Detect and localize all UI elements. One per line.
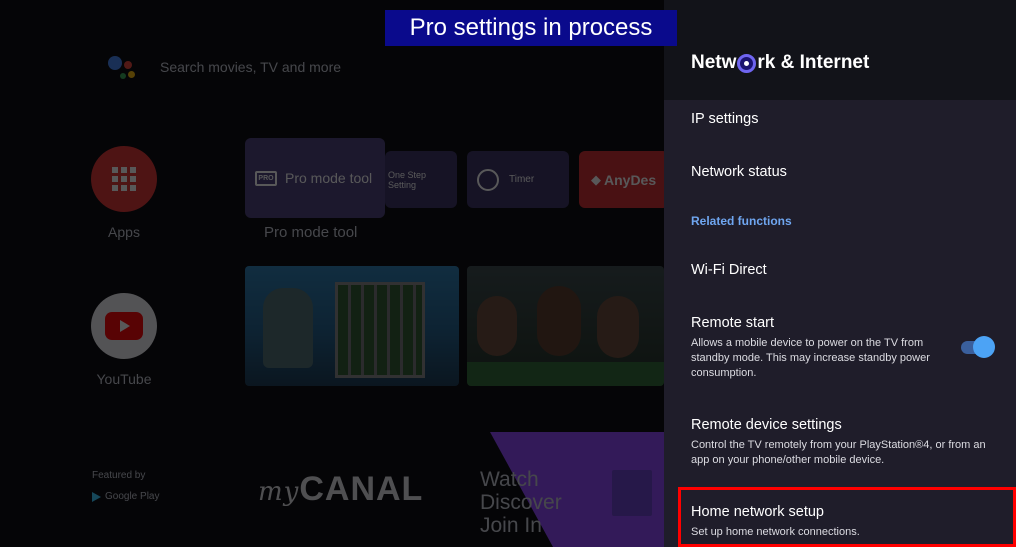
remote-start-description: Allows a mobile device to power on the T… [691,337,930,379]
twitch-line-discover: Discover [480,491,562,514]
twitch-line-watch: Watch [480,468,539,491]
menu-item-ip-settings[interactable]: IP settings [691,111,998,127]
related-functions-heading: Related functions [691,214,792,228]
tile-timer[interactable]: Timer [467,151,569,208]
twitch-line-join: Join In [480,514,542,537]
search-bar[interactable]: Search movies, TV and more [104,52,341,82]
tile-timer-label: Timer [509,174,535,185]
menu-item-network-status[interactable]: Network status [691,164,998,180]
tile-one-step-setting[interactable]: One Step Setting [385,151,457,208]
apps-button[interactable]: Apps [88,146,160,240]
menu-item-wifi-direct[interactable]: Wi-Fi Direct [691,262,998,278]
youtube-icon [91,293,157,359]
network-status-label: Network status [691,164,787,180]
google-play-label: Google Play [105,491,160,502]
process-banner: Pro settings in process [385,10,677,46]
one-step-line2: Setting [388,179,417,190]
title-before: Netw [691,52,737,73]
youtube-label: YouTube [96,371,152,387]
remote-device-settings-description: Control the TV remotely from your PlaySt… [691,439,986,466]
focus-highlight [678,487,1016,547]
anydesk-icon: ◆ [591,171,601,187]
tile-anydesk-label: AnyDes [604,171,657,188]
twitch-icon [612,470,652,516]
title-after: rk & Internet [757,52,870,73]
featured-by-label: Featured by [92,470,146,481]
ip-settings-label: IP settings [691,111,759,127]
menu-item-remote-start[interactable]: Remote start Allows a mobile device to p… [691,315,936,381]
apps-grid-icon [91,146,157,212]
mycanal-logo[interactable]: myCANAL [258,470,423,509]
home-content: Search movies, TV and more Apps YouTube … [0,0,664,547]
featured-by-google-play: Featured by Google Play [92,470,159,502]
tile-pro-mode-label: Pro mode tool [285,170,373,186]
tile-pro-mode-tool[interactable]: PRO Pro mode tool [245,138,385,218]
pointer-cursor-icon [737,53,757,73]
banner-fans-image[interactable] [467,266,664,386]
apps-label: Apps [108,224,140,240]
tile-anydesk[interactable]: ◆ AnyDes [579,151,664,208]
menu-item-remote-device-settings[interactable]: Remote device settings Control the TV re… [691,417,998,468]
mycanal-canal: CANAL [299,470,424,508]
network-settings-panel: Netw rk & Internet IP settings Network st… [664,0,1016,547]
twitch-tagline[interactable]: Watch Discover Join In [480,468,562,537]
remote-start-toggle[interactable] [961,336,995,358]
wifi-direct-label: Wi-Fi Direct [691,262,767,278]
google-play-icon [92,491,101,502]
mycanal-my: my [258,477,300,507]
home-screen: Search movies, TV and more Apps YouTube … [0,0,664,547]
toggle-knob [973,336,995,358]
remote-device-settings-label: Remote device settings [691,417,842,433]
selected-tile-label: Pro mode tool [264,224,358,241]
panel-title: Netw rk & Internet [691,52,869,74]
remote-start-label: Remote start [691,315,774,331]
one-step-line1: One Step [388,169,427,180]
search-placeholder: Search movies, TV and more [160,59,342,75]
google-assistant-icon[interactable] [104,52,144,82]
pro-badge-icon: PRO [255,170,277,186]
timer-icon [477,168,499,191]
youtube-button[interactable]: YouTube [88,293,160,387]
panel-header: Netw rk & Internet [664,0,1016,100]
banner-game-art[interactable] [245,266,459,386]
